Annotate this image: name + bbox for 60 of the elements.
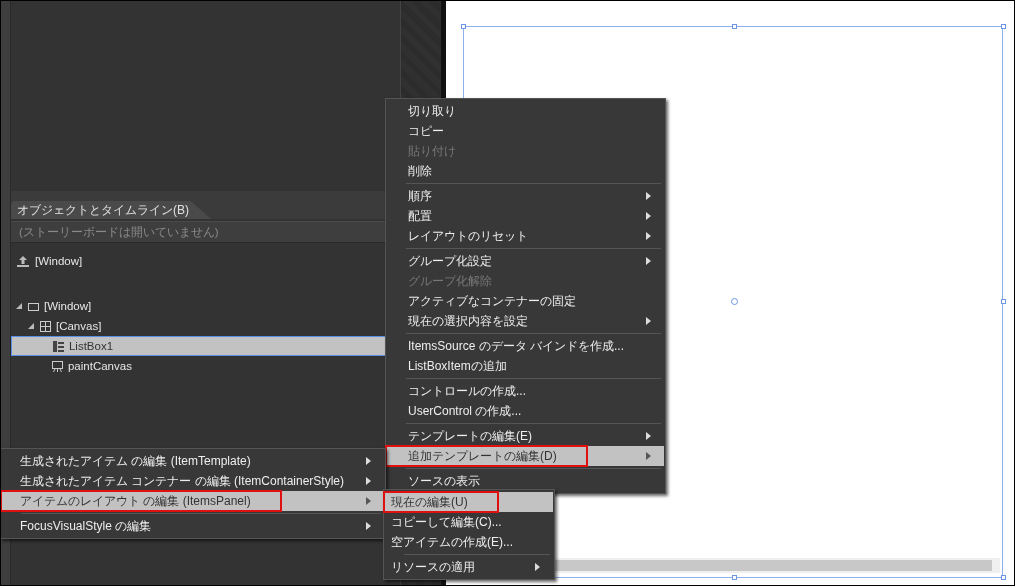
menu-item[interactable]: グループ化設定 xyxy=(387,251,665,271)
menu-item-label: 削除 xyxy=(407,163,433,180)
panel-tab[interactable]: オブジェクトとタイムライン(B) xyxy=(10,201,211,219)
menu-item[interactable]: コントロールの作成... xyxy=(387,381,665,401)
menu-item-label: 配置 xyxy=(407,208,433,225)
resize-handle[interactable] xyxy=(1000,575,1006,580)
tree-item-label: ListBox1 xyxy=(68,340,114,352)
menu-item[interactable]: 生成されたアイテム コンテナー の編集 (ItemContainerStyle) xyxy=(2,471,385,491)
list-icon xyxy=(52,340,64,352)
menu-item[interactable]: リソースの適用 xyxy=(385,557,553,577)
menu-item[interactable]: 切り取り xyxy=(387,101,665,121)
tree-item-label: [Canvas] xyxy=(55,320,102,332)
menu-item-label: アイテムのレイアウト の編集 (ItemsPanel) xyxy=(1,491,281,511)
menu-item-label: 現在の選択内容を設定 xyxy=(407,313,529,330)
upload-icon xyxy=(16,255,29,267)
menu-item-label: レイアウトのリセット xyxy=(407,228,529,245)
scope-label[interactable]: [Window] xyxy=(34,255,83,267)
menu-item[interactable]: 空アイテムの作成(E)... xyxy=(385,532,553,552)
menu-item-label: コピー xyxy=(407,123,445,140)
window-icon xyxy=(27,300,39,312)
menu-item-label: 切り取り xyxy=(407,103,457,120)
menu-item[interactable]: テンプレートの編集(E) xyxy=(387,426,665,446)
menu-item[interactable]: コピー xyxy=(387,121,665,141)
menu-item[interactable]: FocusVisualStyle の編集 xyxy=(2,516,385,536)
menu-item-label: ItemsSource のデータ バインドを作成... xyxy=(407,338,626,355)
menu-item[interactable]: 生成されたアイテム の編集 (ItemTemplate) xyxy=(2,451,385,471)
menu-item-label: テンプレートの編集(E) xyxy=(407,428,533,445)
menu-item[interactable]: 削除 xyxy=(387,161,665,181)
menu-item[interactable]: コピーして編集(C)... xyxy=(385,512,553,532)
resize-handle[interactable] xyxy=(460,24,466,29)
menu-item-label: FocusVisualStyle の編集 xyxy=(19,518,153,535)
menu-item-label: コントロールの作成... xyxy=(407,383,527,400)
menu-item-label: アクティブなコンテナーの固定 xyxy=(407,293,577,310)
center-point-handle[interactable] xyxy=(730,298,738,305)
menu-item-label: 空アイテムの作成(E)... xyxy=(390,534,514,551)
menu-item[interactable]: UserControl の作成... xyxy=(387,401,665,421)
menu-item-label: 生成されたアイテム コンテナー の編集 (ItemContainerStyle) xyxy=(19,473,346,490)
menu-item-label: UserControl の作成... xyxy=(407,403,523,420)
menu-item-label: ListBoxItemの追加 xyxy=(407,358,508,375)
resize-handle[interactable] xyxy=(731,575,737,580)
menu-item-label: ソースの表示 xyxy=(407,473,481,490)
resize-handle[interactable] xyxy=(1000,24,1006,29)
resize-handle[interactable] xyxy=(1000,299,1006,304)
menu-item-label: グループ化設定 xyxy=(407,253,493,270)
resize-handle[interactable] xyxy=(731,24,737,29)
menu-item[interactable]: 追加テンプレートの編集(D) xyxy=(387,446,665,466)
menu-item-label: 追加テンプレートの編集(D) xyxy=(386,446,587,466)
menu-item[interactable]: 現在の編集(U) xyxy=(385,492,553,512)
tree-item-label: [Window] xyxy=(43,300,92,312)
menu-item-label: 現在の編集(U) xyxy=(384,492,498,512)
menu-item-label: コピーして編集(C)... xyxy=(390,514,503,531)
menu-item-label: 順序 xyxy=(407,188,433,205)
easel-icon xyxy=(51,360,63,372)
menu-item-label: リソースの適用 xyxy=(390,559,476,576)
tree-item-label: paintCanvas xyxy=(67,360,132,372)
menu-item[interactable]: 順序 xyxy=(387,186,665,206)
menu-item[interactable]: アイテムのレイアウト の編集 (ItemsPanel) xyxy=(2,491,385,511)
menu-item-label: 生成されたアイテム の編集 (ItemTemplate) xyxy=(19,453,252,470)
menu-item[interactable]: ソースの表示 xyxy=(387,471,665,491)
grid-icon xyxy=(39,320,51,332)
